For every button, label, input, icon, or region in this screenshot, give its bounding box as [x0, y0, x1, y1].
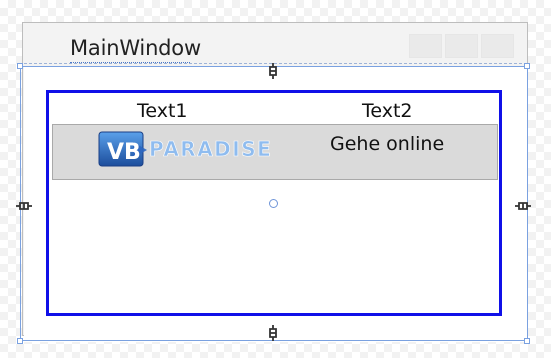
- maximize-button[interactable]: [445, 34, 478, 58]
- link-anchor-icon[interactable]: [266, 324, 280, 346]
- column-header-text2[interactable]: Text2: [362, 100, 413, 122]
- close-button[interactable]: [481, 34, 514, 58]
- link-anchor-icon[interactable]: [266, 62, 280, 84]
- vb-paradise-logo: VB PARADISE: [97, 128, 287, 176]
- cell-text-gehe-online[interactable]: Gehe online: [330, 133, 444, 155]
- logo-wordmark: PARADISE: [149, 137, 272, 161]
- resize-handle-top-right[interactable]: [524, 63, 530, 69]
- resize-handle-bottom-right[interactable]: [524, 338, 530, 344]
- column-header-text1[interactable]: Text1: [137, 100, 188, 122]
- window-title: MainWindow: [70, 36, 201, 60]
- resize-handle-top-left[interactable]: [17, 63, 23, 69]
- resize-handle-bottom-left[interactable]: [17, 338, 23, 344]
- link-anchor-icon[interactable]: [514, 198, 532, 217]
- circle-handle-icon[interactable]: [269, 199, 278, 208]
- minimize-button[interactable]: [409, 34, 442, 58]
- logo-badge-text: VB: [107, 140, 141, 165]
- link-anchor-icon[interactable]: [15, 198, 33, 217]
